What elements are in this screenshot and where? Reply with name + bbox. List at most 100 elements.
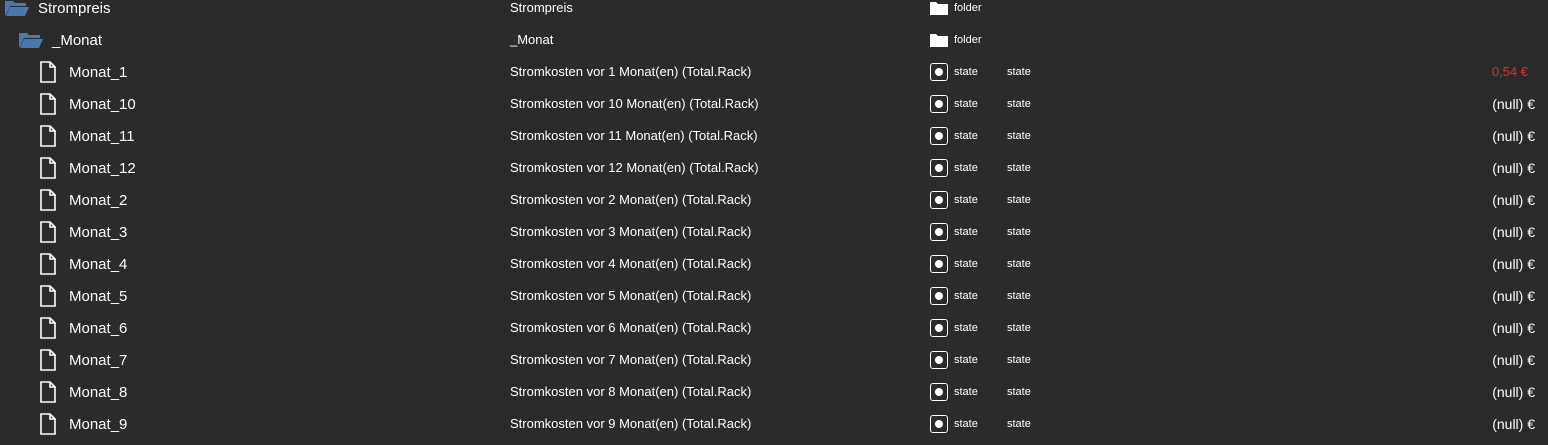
tree-row-folder[interactable]: Strompreis Strompreis folder: [0, 0, 1548, 24]
row-description: Stromkosten vor 5 Monat(en) (Total.Rack): [510, 288, 752, 303]
state-icon: [928, 316, 950, 340]
row-description: Stromkosten vor 11 Monat(en) (Total.Rack…: [510, 128, 758, 143]
row-role: state: [1007, 258, 1031, 270]
state-icon: [928, 380, 950, 404]
row-name: Monat_2: [69, 191, 128, 209]
row-description: Stromkosten vor 6 Monat(en) (Total.Rack): [510, 320, 752, 335]
row-name: Monat_11: [69, 127, 135, 145]
row-description: Stromkosten vor 7 Monat(en) (Total.Rack): [510, 352, 752, 367]
type-label: folder: [954, 2, 982, 14]
type-cell: state: [928, 152, 978, 184]
file-icon: [35, 92, 61, 116]
file-icon: [35, 412, 61, 436]
name-cell: _Monat: [18, 24, 102, 56]
state-icon: [928, 60, 950, 84]
type-cell: state: [928, 184, 978, 216]
row-name: Monat_6: [69, 319, 128, 337]
row-name: Monat_4: [69, 255, 128, 273]
state-icon: [928, 92, 950, 116]
row-description: _Monat: [510, 32, 554, 47]
row-description: Stromkosten vor 1 Monat(en) (Total.Rack): [510, 64, 752, 79]
name-cell: Monat_8: [35, 376, 127, 408]
row-value[interactable]: (null) €: [1492, 120, 1535, 152]
folder-icon: [928, 0, 950, 20]
tree-row-folder[interactable]: _Monat _Monat folder: [0, 24, 1548, 56]
type-label: state: [954, 226, 978, 238]
row-name: Monat_12: [69, 159, 136, 177]
tree-row-state[interactable]: Monat_3 Stromkosten vor 3 Monat(en) (Tot…: [0, 216, 1548, 248]
name-cell: Monat_3: [35, 216, 127, 248]
tree-row-state[interactable]: Monat_6 Stromkosten vor 6 Monat(en) (Tot…: [0, 312, 1548, 344]
row-role: state: [1007, 386, 1031, 398]
row-value[interactable]: (null) €: [1492, 408, 1535, 440]
row-value[interactable]: (null) €: [1492, 248, 1535, 280]
name-cell: Monat_12: [35, 152, 136, 184]
row-description: Stromkosten vor 12 Monat(en) (Total.Rack…: [510, 160, 759, 175]
name-cell: Monat_11: [35, 120, 135, 152]
tree-row-state[interactable]: Monat_10 Stromkosten vor 10 Monat(en) (T…: [0, 88, 1548, 120]
tree-row-state[interactable]: Monat_4 Stromkosten vor 4 Monat(en) (Tot…: [0, 248, 1548, 280]
row-role: state: [1007, 354, 1031, 366]
row-role: state: [1007, 66, 1031, 78]
tree-row-state[interactable]: Monat_2 Stromkosten vor 2 Monat(en) (Tot…: [0, 184, 1548, 216]
file-icon: [35, 380, 61, 404]
name-cell: Monat_1: [35, 56, 127, 88]
row-value[interactable]: (null) €: [1492, 280, 1535, 312]
row-description: Stromkosten vor 10 Monat(en) (Total.Rack…: [510, 96, 759, 111]
tree-row-state[interactable]: Monat_11 Stromkosten vor 11 Monat(en) (T…: [0, 120, 1548, 152]
type-label: state: [954, 322, 978, 334]
row-value[interactable]: 0,54 €: [1492, 56, 1528, 88]
name-cell: Monat_2: [35, 184, 127, 216]
type-label: state: [954, 162, 978, 174]
row-value[interactable]: (null) €: [1492, 152, 1535, 184]
type-cell: state: [928, 312, 978, 344]
row-name: Monat_1: [69, 63, 128, 81]
folder-open-icon[interactable]: [4, 0, 30, 20]
file-icon: [35, 284, 61, 308]
row-value[interactable]: (null) €: [1492, 376, 1535, 408]
row-name: Strompreis: [38, 0, 111, 17]
state-icon: [928, 412, 950, 436]
row-role: state: [1007, 130, 1031, 142]
row-value[interactable]: (null) €: [1492, 88, 1535, 120]
tree-row-state[interactable]: Monat_7 Stromkosten vor 7 Monat(en) (Tot…: [0, 344, 1548, 376]
state-icon: [928, 220, 950, 244]
tree-row-state[interactable]: Monat_5 Stromkosten vor 5 Monat(en) (Tot…: [0, 280, 1548, 312]
row-name: Monat_10: [69, 95, 136, 113]
file-icon: [35, 348, 61, 372]
type-label: state: [954, 98, 978, 110]
folder-open-icon[interactable]: [18, 28, 44, 52]
tree-row-state[interactable]: Monat_8 Stromkosten vor 8 Monat(en) (Tot…: [0, 376, 1548, 408]
name-cell: Monat_6: [35, 312, 127, 344]
row-role: state: [1007, 418, 1031, 430]
row-name: Monat_5: [69, 287, 128, 305]
folder-icon: [928, 28, 950, 52]
row-value[interactable]: (null) €: [1492, 216, 1535, 248]
file-icon: [35, 252, 61, 276]
state-icon: [928, 284, 950, 308]
row-value[interactable]: (null) €: [1492, 312, 1535, 344]
state-icon: [928, 124, 950, 148]
type-cell: state: [928, 248, 978, 280]
type-cell: state: [928, 88, 978, 120]
row-description: Stromkosten vor 2 Monat(en) (Total.Rack): [510, 192, 752, 207]
file-icon: [35, 220, 61, 244]
row-description: Stromkosten vor 9 Monat(en) (Total.Rack): [510, 416, 752, 431]
tree-row-state[interactable]: Monat_12 Stromkosten vor 12 Monat(en) (T…: [0, 152, 1548, 184]
file-icon: [35, 188, 61, 212]
type-label: state: [954, 290, 978, 302]
row-role: state: [1007, 162, 1031, 174]
tree-row-state[interactable]: Monat_9 Stromkosten vor 9 Monat(en) (Tot…: [0, 408, 1548, 440]
tree-row-state[interactable]: Monat_1 Stromkosten vor 1 Monat(en) (Tot…: [0, 56, 1548, 88]
type-cell: state: [928, 376, 978, 408]
row-value[interactable]: (null) €: [1492, 344, 1535, 376]
name-cell: Monat_9: [35, 408, 127, 440]
row-value[interactable]: (null) €: [1492, 184, 1535, 216]
row-name: Monat_9: [69, 415, 128, 433]
name-cell: Monat_4: [35, 248, 127, 280]
name-cell: Strompreis: [4, 0, 111, 24]
name-cell: Monat_5: [35, 280, 127, 312]
type-cell: state: [928, 120, 978, 152]
row-role: state: [1007, 290, 1031, 302]
type-cell: state: [928, 408, 978, 440]
